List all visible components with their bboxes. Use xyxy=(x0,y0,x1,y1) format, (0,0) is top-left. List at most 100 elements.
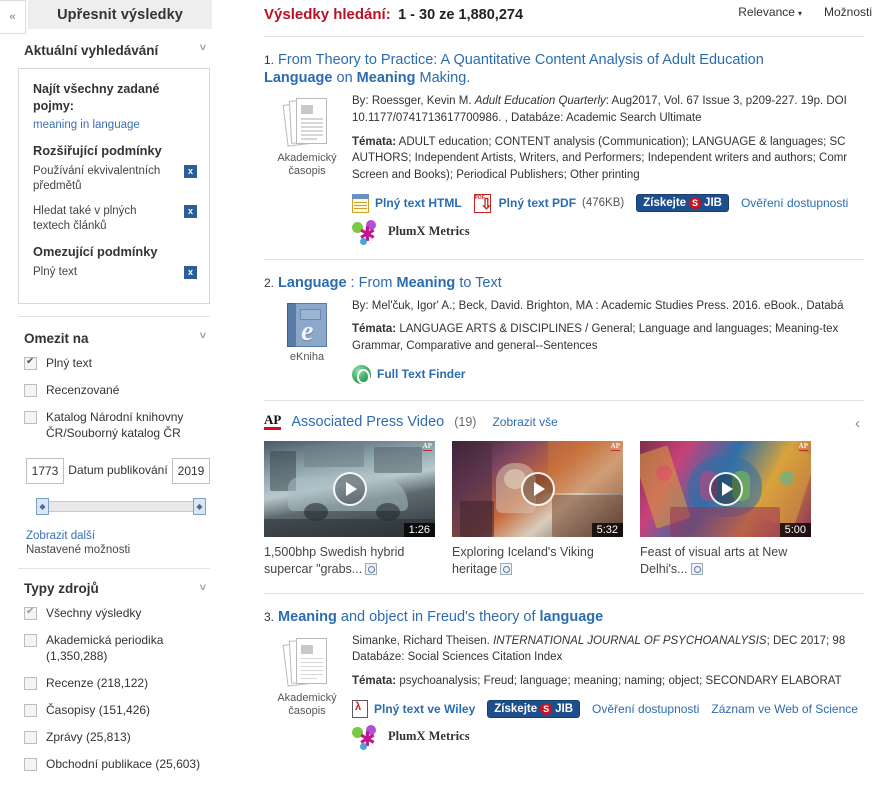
limit-option-peer-reviewed[interactable]: Recenzované xyxy=(24,383,210,399)
academic-journal-icon xyxy=(282,637,329,689)
preview-icon[interactable] xyxy=(690,562,703,575)
jib-badge-button[interactable]: Získejte S JIB xyxy=(636,194,729,213)
limit-option-national-library-catalog[interactable]: Katalog Národní knihovny ČR/Souborný kat… xyxy=(24,410,210,442)
slider-handle-left[interactable]: ◆ xyxy=(36,497,49,515)
result-title-link[interactable]: 1. From Theory to Practice: A Quantitati… xyxy=(264,51,872,69)
slider-handle-right[interactable]: ◆ xyxy=(193,497,206,515)
checkbox-icon[interactable] xyxy=(24,633,37,647)
remove-expander-button[interactable]: x xyxy=(184,165,197,178)
source-type-magazines[interactable]: Časopisy (151,426) xyxy=(24,703,210,719)
chevron-down-icon[interactable]: ˅ xyxy=(200,331,206,342)
preview-icon[interactable] xyxy=(500,562,513,575)
html-document-icon xyxy=(352,193,369,213)
subjects-line: Screen and Books); Periodical Publishers… xyxy=(352,168,640,181)
section-title-current-search: Aktuální vyhledávání xyxy=(24,43,159,58)
publication-date-slider[interactable]: ◆ ◆ xyxy=(36,497,206,515)
source-type-reviews[interactable]: Recenze (218,122) xyxy=(24,676,210,692)
chevron-down-icon[interactable]: ˅ xyxy=(200,582,206,594)
limiters-heading: Omezující podmínky xyxy=(33,243,158,259)
jib-badge-button[interactable]: Získejte S JIB xyxy=(487,699,581,718)
video-thumbnail[interactable]: AP 1:26 xyxy=(264,441,435,538)
plumx-metrics-row[interactable]: ✱ PlumX Metrics xyxy=(352,219,872,245)
full-text-pdf-link[interactable]: PDF ⇩ Plný text PDF (476KB) xyxy=(473,193,624,213)
result-citation: Simanke, Richard Theisen. INTERNATIONAL … xyxy=(352,633,872,650)
chevron-down-icon: ▾ xyxy=(797,9,802,18)
ap-carousel-strip: AP 1:26 1,500bhp Swedish hybrid supercar… xyxy=(250,430,872,577)
date-to-input[interactable]: 2019 xyxy=(172,457,210,484)
result-links-row: Plný text HTML PDF ⇩ Plný text PDF (476KB… xyxy=(352,193,872,213)
checkbox-icon[interactable] xyxy=(24,730,37,744)
preview-icon[interactable] xyxy=(365,562,378,575)
subjects-label: Témata: xyxy=(352,674,397,687)
checkbox-icon[interactable] xyxy=(24,757,37,771)
result-title-link[interactable]: 3. Meaning and object in Freud's theory … xyxy=(264,608,872,626)
full-text-wiley-label: Plný text ve Wiley xyxy=(374,701,476,716)
video-caption[interactable]: 1,500bhp Swedish hybrid supercar "grabs.… xyxy=(264,544,435,577)
checkbox-icon[interactable] xyxy=(24,703,37,717)
chevron-down-icon[interactable]: ˅ xyxy=(200,43,206,54)
full-text-finder-link[interactable]: Full Text Finder xyxy=(352,364,465,384)
result-type-caption: Akademický časopis xyxy=(277,152,337,178)
video-card[interactable]: AP 1:26 1,500bhp Swedish hybrid supercar… xyxy=(264,441,435,577)
video-thumbnail[interactable]: AP 5:32 xyxy=(452,441,623,538)
result-title-part: on xyxy=(332,70,357,87)
checkbox-icon[interactable] xyxy=(24,606,37,620)
result-title-link-line2[interactable]: Language on Meaning Making. xyxy=(264,69,872,87)
full-text-html-link[interactable]: Plný text HTML xyxy=(352,193,462,213)
subjects-line: psychoanalysis; Freud; language; meaning… xyxy=(399,674,842,687)
ap-watermark-icon: AP xyxy=(422,442,432,452)
slider-track[interactable] xyxy=(36,500,206,512)
search-results-panel: Výsledky hledání: 1 - 30 ze 1,880,274 Re… xyxy=(250,0,872,792)
results-range: 1 - 30 ze 1,880,274 xyxy=(398,7,524,23)
sort-label: Relevance xyxy=(738,5,795,19)
checkbox-icon[interactable] xyxy=(24,383,37,397)
carousel-prev-arrow-icon[interactable]: ‹ xyxy=(855,415,860,432)
web-of-science-record-link[interactable]: Záznam ve Web of Science xyxy=(711,702,858,716)
full-text-wiley-link[interactable]: λ Plný text ve Wiley xyxy=(352,699,476,718)
result-citation: By: Mel'čuk, Igor' A.; Beck, David. Brig… xyxy=(352,299,844,312)
query-term-link[interactable]: meaning in language xyxy=(33,119,197,131)
availability-check-link[interactable]: Ověření dostupnosti xyxy=(592,702,699,716)
play-button-icon[interactable] xyxy=(520,472,555,507)
ap-show-all-link[interactable]: Zobrazit vše xyxy=(492,415,557,429)
limit-option-label: Katalog Národní knihovny ČR/Souborný kat… xyxy=(46,409,184,440)
checkbox-icon[interactable] xyxy=(24,356,37,371)
limit-option-full-text[interactable]: Plný text xyxy=(24,356,210,372)
date-from-input[interactable]: 1773 xyxy=(26,457,64,484)
source-type-label: Všechny výsledky xyxy=(46,605,142,620)
result-title-link[interactable]: 2. Language : From Meaning to Text xyxy=(264,274,872,292)
result-subjects: Témata: ADULT education; CONTENT analysi… xyxy=(352,134,872,184)
source-type-all-results[interactable]: Všechny výsledky xyxy=(24,606,210,622)
video-card[interactable]: AP 5:32 Exploring Iceland's Viking herit… xyxy=(452,441,623,577)
source-type-academic-journals[interactable]: Akademická periodika (1,350,288) xyxy=(24,633,210,665)
section-header-source-types[interactable]: Typy zdrojů ˅ xyxy=(18,569,210,606)
result-type-icon-column: e eKniha xyxy=(264,298,350,384)
checkbox-icon[interactable] xyxy=(24,410,37,424)
availability-check-link[interactable]: Ověření dostupnosti xyxy=(741,196,848,210)
ap-carousel-title[interactable]: Associated Press Video xyxy=(291,414,444,430)
options-button[interactable]: Možnosti xyxy=(824,5,872,19)
video-caption[interactable]: Feast of visual arts at New Delhi's... xyxy=(640,544,811,577)
plumx-metrics-row[interactable]: ✱ PlumX Metrics xyxy=(352,724,872,750)
remove-limiter-button[interactable]: x xyxy=(184,265,197,279)
section-header-current-search[interactable]: Aktuální vyhledávání ˅ xyxy=(18,29,210,68)
source-type-label: Časopisy (151,426) xyxy=(46,702,151,717)
result-item-3: 3. Meaning and object in Freud's theory … xyxy=(250,594,872,750)
play-button-icon[interactable] xyxy=(332,472,367,507)
result-title-part: and object in Freud's theory of xyxy=(336,609,540,626)
sort-dropdown[interactable]: Relevance ▾ xyxy=(738,5,802,19)
show-more-link[interactable]: Zobrazit další xyxy=(26,530,210,542)
source-type-trade-publications[interactable]: Obchodní publikace (25,603) xyxy=(24,757,210,773)
source-type-news[interactable]: Zprávy (25,813) xyxy=(24,730,210,746)
video-thumbnail[interactable]: AP 5:00 xyxy=(640,441,811,538)
result-subjects: Témata: psychoanalysis; Freud; language;… xyxy=(352,673,872,690)
result-number: 2. xyxy=(264,275,275,290)
plumx-icon: ✱ xyxy=(352,724,380,750)
section-header-limit-to[interactable]: Omezit na ˅ xyxy=(18,317,210,356)
video-caption[interactable]: Exploring Iceland's Viking heritage xyxy=(452,544,623,577)
checkbox-icon[interactable] xyxy=(24,676,37,690)
results-header: Výsledky hledání: 1 - 30 ze 1,880,274 Re… xyxy=(250,0,872,30)
remove-expander-button[interactable]: x xyxy=(184,204,197,218)
video-card[interactable]: AP 5:00 Feast of visual arts at New Delh… xyxy=(640,441,811,577)
play-button-icon[interactable] xyxy=(708,472,743,507)
